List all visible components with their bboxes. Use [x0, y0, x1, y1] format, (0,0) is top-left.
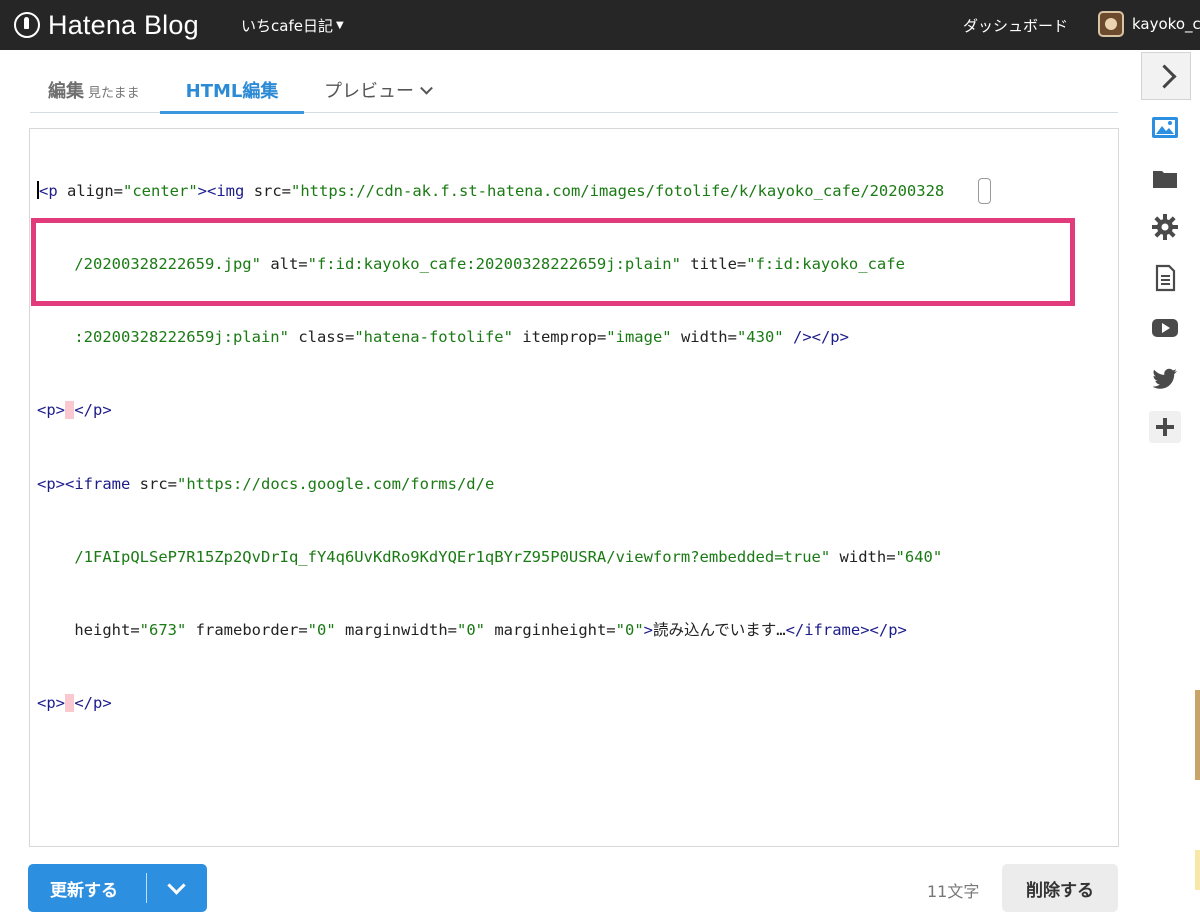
- hatena-logo-icon: [14, 12, 40, 38]
- tab-preview-label: プレビュー: [324, 81, 414, 102]
- tab-wysiwyg-edit[interactable]: 編集 見たまま: [48, 77, 140, 113]
- logo-text: Hatena Blog: [48, 9, 199, 40]
- right-sidebar: [1140, 50, 1200, 921]
- code-line: height="673" frameborder="0" marginwidth…: [74, 621, 907, 640]
- code-line: <p> </p>: [37, 694, 112, 713]
- code-line: <p align="center"><img src="https://cdn-…: [37, 180, 945, 200]
- tab-edit-sublabel: 見たまま: [88, 86, 140, 101]
- page-edge-decoration: [1195, 850, 1200, 890]
- caret-down-icon: ▼: [335, 20, 344, 31]
- username: kayoko_c: [1132, 15, 1200, 33]
- tab-preview[interactable]: プレビュー: [324, 77, 433, 113]
- user-menu[interactable]: kayoko_c: [1098, 11, 1200, 37]
- blog-selector[interactable]: いちcafe日記 ▼: [241, 15, 344, 36]
- dashboard-link[interactable]: ダッシュボード: [963, 15, 1068, 36]
- highlight-annotation-box: [31, 218, 1075, 306]
- update-button-group: 更新する: [28, 864, 207, 912]
- avatar: [1098, 11, 1124, 37]
- code-line: :20200328222659j:plain" class="hatena-fo…: [74, 328, 849, 347]
- gear-icon[interactable]: [1150, 212, 1180, 242]
- sidebar-collapse-button[interactable]: [1141, 52, 1191, 100]
- blog-name: いちcafe日記: [241, 17, 333, 35]
- scroll-handle[interactable]: [978, 178, 991, 204]
- update-button[interactable]: 更新する: [50, 876, 146, 901]
- editor-tabs: 編集 見たまま HTML編集 プレビュー: [30, 50, 1118, 114]
- update-options-dropdown[interactable]: [147, 864, 207, 912]
- top-navigation-bar: Hatena Blog いちcafe日記 ▼ ダッシュボード kayoko_c: [0, 0, 1200, 50]
- folder-icon[interactable]: [1150, 163, 1180, 193]
- tab-edit-label: 編集: [48, 81, 84, 102]
- html-editor[interactable]: <p align="center"><img src="https://cdn-…: [29, 128, 1119, 847]
- youtube-icon[interactable]: [1150, 313, 1180, 343]
- tab-html-edit[interactable]: HTML編集: [160, 77, 304, 114]
- code-line: <p> </p>: [37, 401, 112, 420]
- character-count: 11文字: [927, 882, 980, 901]
- twitter-icon[interactable]: [1150, 363, 1180, 393]
- hatena-blog-logo[interactable]: Hatena Blog: [14, 9, 199, 41]
- code-content[interactable]: <p align="center"><img src="https://cdn-…: [31, 130, 1075, 813]
- document-icon[interactable]: [1150, 263, 1180, 293]
- page-edge-decoration: [1195, 690, 1200, 780]
- code-line: /1FAIpQLSeP7R15Zp2QvDrIq_fY4q6UvKdRo9KdY…: [74, 547, 943, 566]
- chevron-down-icon: [420, 81, 433, 95]
- photo-icon[interactable]: [1150, 112, 1180, 142]
- code-line: <p><iframe src="https://docs.google.com/…: [37, 474, 495, 493]
- plus-icon[interactable]: [1149, 411, 1181, 443]
- delete-button[interactable]: 削除する: [1002, 864, 1118, 912]
